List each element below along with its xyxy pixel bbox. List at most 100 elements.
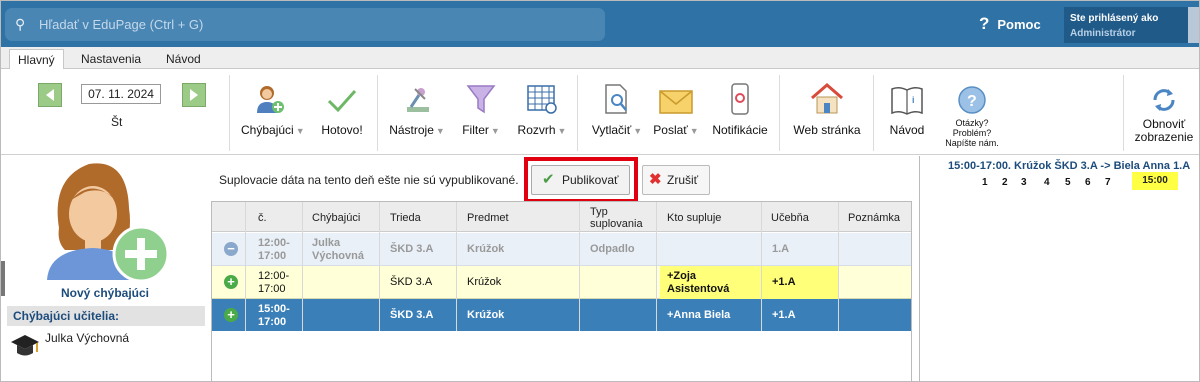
publish-notice: Suplovacie dáta na tento deň ešte nie sú… bbox=[219, 173, 519, 187]
separator bbox=[779, 75, 780, 151]
missing-teachers-header: Chýbajúci učitelia: bbox=[7, 306, 205, 326]
poslat-button[interactable]: Poslať ▼ bbox=[653, 79, 699, 137]
house-icon bbox=[791, 79, 863, 115]
person-add-icon bbox=[47, 163, 170, 283]
scrollbar[interactable] bbox=[1188, 7, 1199, 43]
separator bbox=[1123, 75, 1124, 151]
user-role: Administrátor bbox=[1070, 28, 1136, 39]
user-label: Ste prihlásený ako bbox=[1070, 13, 1159, 24]
col-header[interactable]: Chýbajúci bbox=[312, 212, 360, 224]
contact-line-3: Napíšte nám. bbox=[945, 138, 999, 148]
row-missing: Julka Výchovná bbox=[312, 237, 364, 262]
timetable-icon bbox=[515, 79, 569, 115]
separator bbox=[377, 75, 378, 151]
period-number: 6 bbox=[1085, 177, 1091, 188]
col-divider bbox=[761, 202, 762, 331]
rozvrh-button[interactable]: Rozvrh ▼ bbox=[515, 79, 569, 137]
tab-navod[interactable]: Návod bbox=[158, 49, 209, 69]
separator bbox=[229, 75, 230, 151]
help-button[interactable]: ? Pomoc bbox=[979, 14, 1041, 34]
date-input[interactable]: 07. 11. 2024 bbox=[81, 84, 161, 104]
search-input[interactable]: ⚲ Hľadať v EduPage (Ctrl + G) bbox=[5, 8, 605, 41]
help-label: Pomoc bbox=[997, 17, 1041, 32]
hotovo-label: Hotovo! bbox=[321, 123, 363, 137]
col-header[interactable]: Trieda bbox=[390, 212, 421, 224]
col-divider bbox=[302, 202, 303, 331]
new-missing-avatar[interactable] bbox=[41, 158, 171, 283]
vytlacit-label: Vytlačiť bbox=[591, 123, 632, 137]
web-button[interactable]: Web stránka bbox=[791, 79, 863, 137]
cancel-button[interactable]: ✖ Zrušiť bbox=[642, 165, 710, 195]
col-header[interactable]: Kto supluje bbox=[667, 212, 721, 224]
missing-teacher-item[interactable]: Julka Výchovná bbox=[7, 330, 205, 362]
table-row[interactable]: − 12:00- 17:00 Julka Výchovná ŠKD 3.A Kr… bbox=[212, 233, 911, 266]
col-header[interactable]: Učebňa bbox=[771, 212, 809, 224]
notifikacie-button[interactable]: Notifikácie bbox=[711, 79, 769, 137]
table-header: č. Chýbajúci Trieda Predmet Typ suplovan… bbox=[212, 202, 911, 232]
navod-button[interactable]: i Návod bbox=[885, 79, 929, 137]
col-header[interactable]: Typ suplovania bbox=[590, 206, 650, 230]
tab-hlavny[interactable]: Hlavný bbox=[9, 49, 64, 70]
contact-line-1: Otázky? bbox=[955, 118, 989, 128]
highlighted-period[interactable]: 15:00 bbox=[1132, 172, 1178, 190]
plus-icon[interactable]: + bbox=[224, 308, 238, 322]
period-number: 1 bbox=[982, 177, 988, 188]
app-window: ⚲ Hľadať v EduPage (Ctrl + G) ? Pomoc Ste… bbox=[0, 0, 1200, 382]
dropdown-arrow-icon: ▼ bbox=[689, 126, 699, 136]
vytlacit-button[interactable]: Vytlačiť ▼ bbox=[589, 79, 645, 137]
top-bar: ⚲ Hľadať v EduPage (Ctrl + G) ? Pomoc Ste… bbox=[1, 1, 1199, 47]
nastroje-button[interactable]: Nástroje ▼ bbox=[387, 79, 447, 137]
row-time: 12:00- 17:00 bbox=[258, 237, 290, 262]
row-room: +1.A bbox=[772, 276, 796, 288]
close-icon: ✖ bbox=[649, 171, 662, 188]
nastroje-label: Nástroje bbox=[389, 123, 434, 137]
highlight-box bbox=[524, 157, 638, 203]
col-header[interactable]: Poznámka bbox=[848, 212, 900, 224]
tools-icon bbox=[387, 79, 447, 115]
minus-icon[interactable]: − bbox=[224, 242, 238, 256]
separator bbox=[873, 75, 874, 151]
book-icon: i bbox=[885, 79, 929, 115]
period-number: 7 bbox=[1105, 177, 1111, 188]
next-day-button[interactable] bbox=[182, 83, 206, 107]
col-header[interactable]: č. bbox=[258, 212, 267, 224]
refresh-button[interactable]: Obnoviť zobrazenie bbox=[1129, 79, 1199, 144]
separator bbox=[577, 75, 578, 151]
period-number: 4 bbox=[1044, 177, 1050, 188]
envelope-icon bbox=[653, 79, 699, 115]
col-header[interactable]: Predmet bbox=[467, 212, 509, 224]
timetable-preview: 15:00-17:00. Krúžok ŠKD 3.A -> Biela Ann… bbox=[919, 156, 1199, 381]
question-circle-icon: ? bbox=[939, 79, 1005, 115]
print-preview-icon bbox=[589, 79, 645, 115]
plus-icon[interactable]: + bbox=[224, 275, 238, 289]
table-row[interactable]: + 12:00- 17:00 ŠKD 3.A Krúžok +Zoja Asis… bbox=[212, 266, 911, 299]
prev-day-button[interactable] bbox=[38, 83, 62, 107]
day-name: Št bbox=[111, 115, 123, 129]
tab-bar: Hlavný Nastavenia Návod bbox=[1, 47, 1199, 70]
row-subject: Krúžok bbox=[467, 309, 505, 321]
contact-button[interactable]: ? Otázky? Problém? Napíšte nám. bbox=[939, 79, 1005, 148]
user-box[interactable]: Ste prihlásený ako Administrátor bbox=[1064, 7, 1199, 43]
col-divider bbox=[579, 202, 580, 331]
web-label: Web stránka bbox=[793, 123, 861, 137]
notifikacie-label: Notifikácie bbox=[712, 123, 768, 137]
period-number: 5 bbox=[1065, 177, 1071, 188]
dropdown-arrow-icon: ▼ bbox=[490, 126, 500, 136]
col-divider bbox=[456, 202, 457, 331]
row-substitute: +Zoja Asistentová bbox=[667, 270, 730, 295]
hotovo-button[interactable]: Hotovo! bbox=[317, 79, 367, 137]
tab-nastavenia[interactable]: Nastavenia bbox=[73, 49, 149, 69]
chybajuci-button[interactable]: Chýbajúci ▼ bbox=[241, 79, 305, 137]
row-substitute: +Anna Biela bbox=[667, 309, 731, 321]
svg-text:i: i bbox=[912, 95, 915, 105]
new-missing-label[interactable]: Nový chýbajúci bbox=[1, 286, 209, 300]
filter-button[interactable]: Filter ▼ bbox=[459, 79, 503, 137]
navod-label: Návod bbox=[889, 123, 925, 137]
dropdown-arrow-icon: ▼ bbox=[557, 126, 567, 136]
dropdown-arrow-icon: ▼ bbox=[435, 126, 445, 136]
svg-text:?: ? bbox=[967, 93, 977, 110]
row-time: 15:00- 17:00 bbox=[258, 303, 290, 328]
period-number: 3 bbox=[1021, 177, 1027, 188]
table-row[interactable]: + 15:00- 17:00 ŠKD 3.A Krúžok +Anna Biel… bbox=[212, 299, 911, 331]
row-class: ŠKD 3.A bbox=[390, 276, 433, 288]
